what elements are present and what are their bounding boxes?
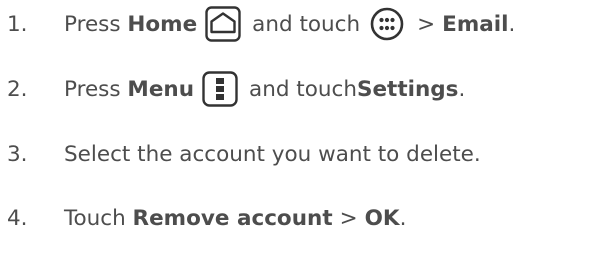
text-email: Email xyxy=(442,11,509,37)
text-period: . xyxy=(399,205,407,231)
separator-arrow: > xyxy=(339,205,358,231)
text-touch: Touch xyxy=(64,205,133,231)
step-3: 3. Select the account you want to delete… xyxy=(0,132,481,176)
menu-key-icon xyxy=(202,71,238,107)
home-key-icon xyxy=(205,6,241,42)
step-number: 4. xyxy=(7,205,28,231)
text-period: . xyxy=(508,11,516,37)
step-number: 3. xyxy=(7,141,28,167)
step-4: 4. Touch Remove account > OK. xyxy=(0,196,406,240)
step-2: 2. Press Menu and touch Settings. xyxy=(0,67,465,111)
step-number: 1. xyxy=(7,11,28,37)
text-settings: Settings xyxy=(356,76,459,102)
separator-arrow: > xyxy=(417,11,436,37)
step-number: 2. xyxy=(7,76,28,102)
text-and-touch: and touch xyxy=(249,76,357,102)
step-text: Touch Remove account xyxy=(64,206,333,231)
text-remove-account: Remove account xyxy=(132,205,333,231)
text-and-touch: and touch xyxy=(252,11,361,37)
step-1: 1. Press Home and touch > Email. xyxy=(0,2,515,46)
step-text: Select the account you want to delete. xyxy=(64,141,481,167)
text-ok: OK xyxy=(364,205,400,231)
step-text: Press Menu xyxy=(64,77,194,102)
text-period: . xyxy=(458,76,466,102)
text-press: Press xyxy=(64,11,128,37)
text-home-key: Home xyxy=(127,11,198,37)
text-menu-key: Menu xyxy=(127,76,195,102)
apps-icon xyxy=(370,7,404,41)
step-text: Press Home xyxy=(64,12,197,37)
text-press: Press xyxy=(64,76,128,102)
